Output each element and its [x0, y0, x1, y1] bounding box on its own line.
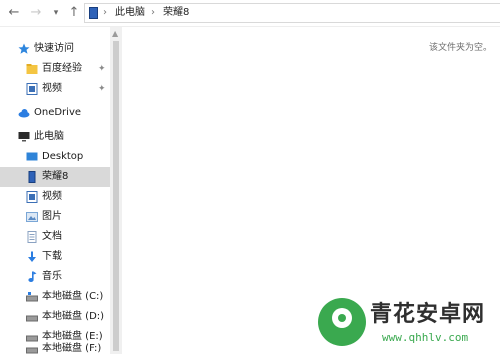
- pin-icon: ✦: [98, 84, 106, 94]
- drive-icon: [26, 315, 38, 322]
- back-arrow-icon[interactable]: ←: [6, 4, 22, 22]
- sidebar-item-label: 荣耀8: [42, 171, 69, 182]
- recent-locations-dropdown-icon[interactable]: ▾: [50, 4, 62, 22]
- download-icon: [28, 251, 36, 262]
- sidebar-scrollbar[interactable]: ▲: [110, 27, 122, 354]
- document-icon: [27, 231, 37, 243]
- computer-icon: [18, 132, 30, 142]
- sidebar-item-honor8[interactable]: 荣耀8: [0, 167, 110, 187]
- sidebar-item-label: 图片: [42, 211, 62, 222]
- sidebar-item-onedrive[interactable]: OneDrive: [0, 103, 110, 123]
- sidebar-item-quick-access[interactable]: 快速访问: [0, 39, 110, 59]
- watermark-title: 青花安卓网: [370, 302, 486, 327]
- drive-icon: [26, 347, 38, 354]
- sidebar-item-music[interactable]: 音乐: [0, 267, 110, 287]
- scrollbar-thumb[interactable]: [113, 41, 119, 351]
- phone-icon: [89, 7, 98, 19]
- breadcrumb-separator[interactable]: ›: [103, 6, 107, 20]
- sidebar-item-videos[interactable]: 视频: [0, 187, 110, 207]
- folder-icon: [26, 64, 38, 74]
- sidebar-item-this-pc[interactable]: 此电脑: [0, 127, 110, 147]
- watermark-url: www.qhhlv.com: [382, 331, 469, 344]
- pin-icon: ✦: [98, 64, 106, 74]
- breadcrumb-device[interactable]: 荣耀8: [163, 6, 189, 20]
- sidebar-item-downloads[interactable]: 下载: [0, 247, 110, 267]
- breadcrumb-this-pc[interactable]: 此电脑: [115, 6, 145, 20]
- sidebar-item-label: 此电脑: [34, 131, 64, 142]
- sidebar-item-label: 音乐: [42, 271, 62, 282]
- sidebar-item-drive-c[interactable]: 本地磁盘 (C:): [0, 287, 110, 307]
- address-path-field[interactable]: › 此电脑 › 荣耀8: [84, 3, 500, 23]
- sidebar-item-label: 本地磁盘 (D:): [42, 311, 105, 322]
- sidebar-item-drive-d[interactable]: 本地磁盘 (D:): [0, 307, 110, 327]
- cloud-icon: [18, 109, 30, 118]
- empty-folder-message: 该文件夹为空。: [428, 43, 492, 53]
- sidebar-item-pictures[interactable]: 图片: [0, 207, 110, 227]
- sidebar-item-drive-f[interactable]: 本地磁盘 (F:): [0, 339, 110, 359]
- sidebar-item-baidu-jingyan[interactable]: 百度经验 ✦: [0, 59, 110, 79]
- music-icon: [28, 271, 37, 282]
- navigation-pane: 快速访问 百度经验 ✦ 视频 ✦ OneDrive 此电脑 Desktop 荣耀…: [0, 27, 110, 354]
- sidebar-item-label: 本地磁盘 (C:): [42, 291, 104, 302]
- picture-icon: [26, 212, 38, 222]
- video-icon: [26, 191, 38, 203]
- up-arrow-icon[interactable]: ↑: [66, 4, 82, 22]
- watermark-logo-icon: [318, 298, 366, 346]
- sidebar-item-label: 视频: [42, 83, 62, 94]
- address-bar-region: ← → ▾ ↑ › 此电脑 › 荣耀8: [0, 0, 500, 26]
- sidebar-item-documents[interactable]: 文档: [0, 227, 110, 247]
- watermark: 青花安卓网 www.qhhlv.com: [318, 298, 498, 352]
- phone-icon: [28, 171, 36, 183]
- sidebar-item-label: 视频: [42, 191, 62, 202]
- sidebar-item-label: 百度经验: [42, 63, 82, 74]
- desktop-icon: [26, 152, 38, 161]
- star-icon: [18, 43, 30, 54]
- sidebar-item-label: 快速访问: [34, 43, 74, 54]
- breadcrumb-separator[interactable]: ›: [151, 6, 155, 20]
- sidebar-item-label: 下载: [42, 251, 62, 262]
- sidebar-item-desktop[interactable]: Desktop: [0, 147, 110, 167]
- scroll-up-icon[interactable]: ▲: [112, 30, 118, 38]
- drive-icon: [26, 292, 38, 302]
- sidebar-item-videos-quick[interactable]: 视频 ✦: [0, 79, 110, 99]
- sidebar-item-label: OneDrive: [34, 107, 82, 118]
- video-icon: [26, 83, 38, 95]
- forward-arrow-icon[interactable]: →: [28, 4, 44, 22]
- sidebar-item-label: 文档: [42, 231, 62, 242]
- sidebar-item-label: Desktop: [42, 151, 84, 162]
